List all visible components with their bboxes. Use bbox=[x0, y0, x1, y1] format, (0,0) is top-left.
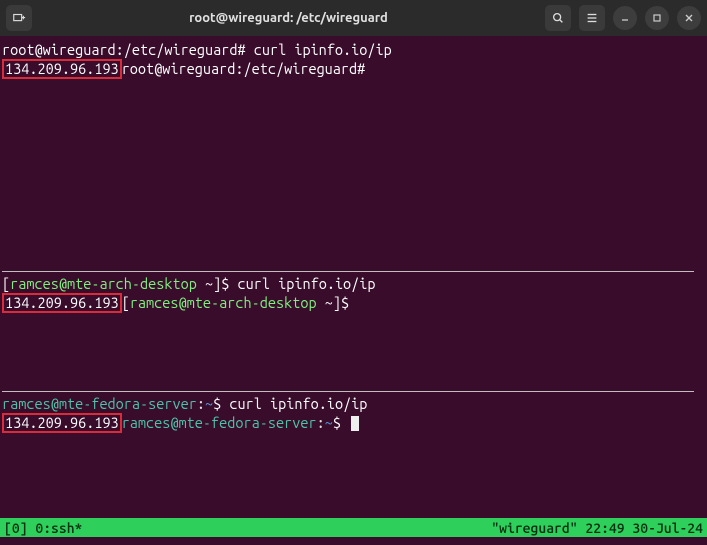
new-tab-button[interactable] bbox=[6, 5, 32, 31]
tmux-pane-divider bbox=[2, 391, 694, 392]
prompt-bracket: [ bbox=[2, 275, 10, 292]
ip-output-highlight: 134.209.96.193 bbox=[2, 59, 122, 79]
ip-output-highlight: 134.209.96.193 bbox=[2, 413, 122, 433]
menu-button[interactable] bbox=[579, 5, 605, 31]
prompt-path: ~ bbox=[205, 395, 213, 412]
search-button[interactable] bbox=[545, 5, 571, 31]
window-title: root@wireguard: /etc/wireguard bbox=[38, 11, 539, 25]
titlebar-left-controls bbox=[6, 5, 32, 31]
minimize-icon bbox=[620, 13, 630, 23]
search-icon bbox=[551, 11, 565, 25]
shell-prompt: root@wireguard:/etc/wireguard# bbox=[2, 41, 254, 58]
tmux-pane-divider bbox=[2, 271, 694, 272]
terminal-line: 134.209.96.193root@wireguard:/etc/wiregu… bbox=[2, 59, 705, 79]
hamburger-icon bbox=[585, 11, 599, 25]
prompt-user-host: ramces@mte-fedora-server bbox=[122, 414, 317, 431]
terminal-line: [ramces@mte-arch-desktop ~]$ curl ipinfo… bbox=[2, 274, 705, 293]
close-icon bbox=[684, 13, 694, 23]
status-right: "wireguard" 22:49 30-Jul-24 bbox=[491, 520, 703, 536]
terminal-line: 134.209.96.193[ramces@mte-arch-desktop ~… bbox=[2, 293, 705, 313]
prompt-separator: : bbox=[317, 414, 325, 431]
status-left: [0] 0:ssh* bbox=[4, 520, 491, 536]
terminal-line: 134.209.96.193ramces@mte-fedora-server:~… bbox=[2, 413, 705, 433]
prompt-user-host: ramces@mte-arch-desktop bbox=[10, 275, 197, 292]
prompt-suffix: ~]$ bbox=[197, 275, 238, 292]
prompt-user-host: ramces@mte-arch-desktop bbox=[130, 294, 317, 311]
prompt-bracket: [ bbox=[122, 294, 130, 311]
maximize-button[interactable] bbox=[645, 6, 669, 30]
terminal-line: root@wireguard:/etc/wireguard# curl ipin… bbox=[2, 40, 705, 59]
prompt-path: ~ bbox=[325, 414, 333, 431]
command-text: curl ipinfo.io/ip bbox=[229, 395, 367, 412]
terminal-area[interactable]: root@wireguard:/etc/wireguard# curl ipin… bbox=[0, 36, 707, 518]
prompt-suffix: ~]$ bbox=[317, 294, 349, 311]
new-tab-icon bbox=[12, 11, 26, 25]
terminal-line: ramces@mte-fedora-server:~$ curl ipinfo.… bbox=[2, 394, 705, 413]
minimize-button[interactable] bbox=[613, 6, 637, 30]
maximize-icon bbox=[652, 13, 662, 23]
ip-output-highlight: 134.209.96.193 bbox=[2, 293, 122, 313]
prompt-dollar: $ bbox=[213, 395, 229, 412]
titlebar-right-controls bbox=[545, 5, 701, 31]
command-text: curl ipinfo.io/ip bbox=[238, 275, 376, 292]
terminal-bottom-margin bbox=[0, 537, 707, 545]
shell-prompt: root@wireguard:/etc/wireguard# bbox=[122, 60, 374, 77]
prompt-dollar: $ bbox=[333, 414, 349, 431]
command-text: curl ipinfo.io/ip bbox=[254, 41, 392, 58]
terminal-cursor bbox=[351, 416, 359, 431]
close-button[interactable] bbox=[677, 6, 701, 30]
tmux-status-bar: [0] 0:ssh* "wireguard" 22:49 30-Jul-24 bbox=[0, 518, 707, 537]
prompt-separator: : bbox=[197, 395, 205, 412]
prompt-user-host: ramces@mte-fedora-server bbox=[2, 395, 197, 412]
window-titlebar: root@wireguard: /etc/wireguard bbox=[0, 0, 707, 36]
